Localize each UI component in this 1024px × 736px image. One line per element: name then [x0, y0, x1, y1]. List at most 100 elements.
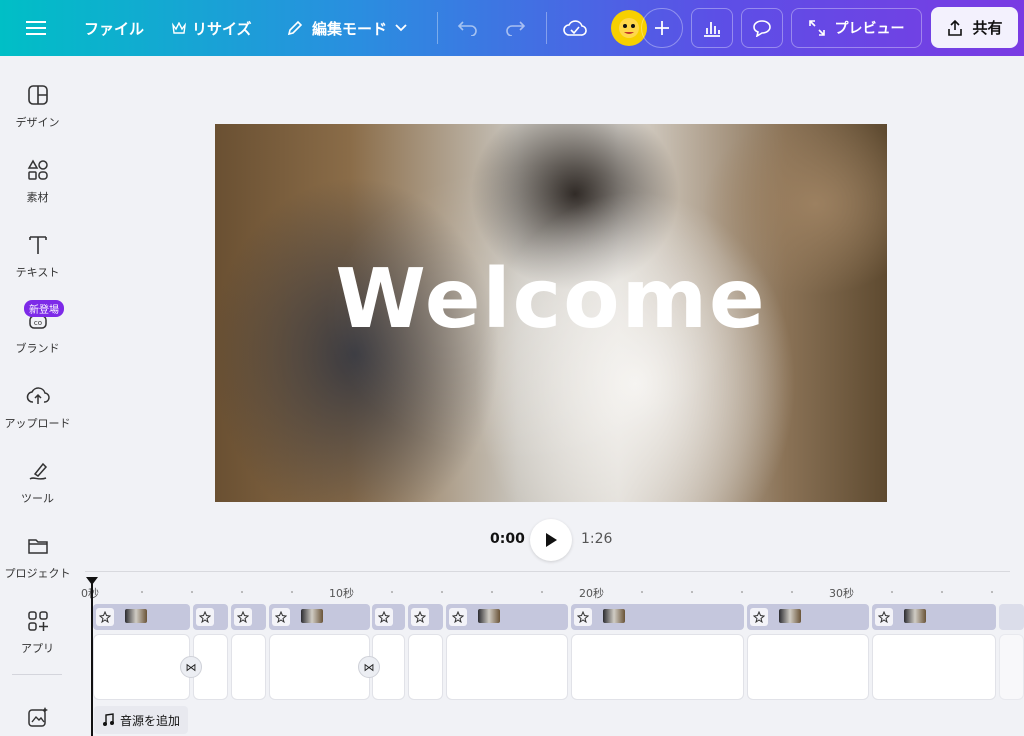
undo-icon[interactable] — [457, 0, 479, 56]
sidebar-item-brand[interactable]: 新登場 co ブランド — [0, 300, 75, 374]
animation-icon — [750, 608, 768, 626]
clip-thumbnail — [125, 609, 147, 623]
timeline-clip[interactable] — [999, 634, 1024, 700]
timeline-clip-header[interactable] — [571, 604, 744, 630]
timeline-clip-header[interactable] — [372, 604, 405, 630]
expand-arrows-icon — [808, 20, 825, 36]
toolbar-divider — [437, 12, 438, 44]
clip-thumbnail — [779, 609, 801, 623]
animation-icon — [272, 608, 290, 626]
sidebar-item-elements[interactable]: 素材 — [0, 153, 75, 223]
timeline-clip[interactable] — [408, 634, 443, 700]
sidebar-item-label: テキスト — [15, 266, 60, 279]
timeline-top-border — [85, 571, 1010, 572]
share-button[interactable]: 共有 — [931, 7, 1018, 48]
ruler-tick — [691, 591, 693, 593]
timeline-clip-header[interactable] — [446, 604, 568, 630]
ruler-tick — [541, 591, 543, 593]
sidebar-item-projects[interactable]: プロジェクト — [0, 529, 75, 599]
add-audio-button[interactable]: 音源を追加 — [94, 706, 189, 734]
animation-icon — [449, 608, 467, 626]
sidebar-item-tools[interactable]: ツール — [0, 454, 75, 524]
redo-icon[interactable] — [504, 0, 526, 56]
sidebar-item-label: ツール — [21, 492, 54, 505]
sidebar-item-design[interactable]: デザイン — [0, 78, 75, 148]
timeline-clip-header[interactable] — [269, 604, 370, 630]
animation-icon — [96, 608, 114, 626]
resize-button[interactable]: リサイズ — [172, 0, 252, 56]
timeline-clip-header[interactable] — [231, 604, 266, 630]
ruler-tick — [291, 591, 293, 593]
add-collaborator-button[interactable] — [641, 8, 683, 48]
apps-grid-icon — [27, 611, 48, 631]
animation-icon — [375, 608, 393, 626]
timeline-clip[interactable] — [571, 634, 744, 700]
magic-image-icon — [27, 707, 48, 727]
sidebar-divider — [12, 674, 62, 675]
timeline-clip-header[interactable] — [872, 604, 996, 630]
cloud-saved-icon[interactable] — [563, 0, 587, 56]
design-canvas[interactable]: Welcome — [215, 124, 887, 502]
timeline-clip-header[interactable] — [999, 604, 1024, 630]
preview-button[interactable]: プレビュー — [791, 8, 922, 48]
timeline-clip[interactable] — [872, 634, 996, 700]
top-toolbar: ファイル リサイズ 編集モード プレビュー 共有 — [0, 0, 1024, 56]
clip-thumbnail — [603, 609, 625, 623]
canvas-welcome-text[interactable]: Welcome — [215, 252, 887, 347]
speech-bubble-icon — [753, 20, 771, 37]
timeline-clip[interactable] — [446, 634, 568, 700]
sidebar-item-text[interactable]: テキスト — [0, 228, 75, 298]
ruler-tick — [441, 591, 443, 593]
chevron-down-icon — [395, 24, 407, 32]
sidebar-item-apps[interactable]: アプリ — [0, 604, 75, 674]
left-sidebar: デザイン 素材 テキスト 新登場 co ブランド アップロード ツール プロジェ… — [0, 56, 75, 736]
ruler-tick — [241, 591, 243, 593]
timeline-clip-header[interactable] — [747, 604, 869, 630]
share-label: 共有 — [972, 19, 1003, 37]
ruler-tick — [791, 591, 793, 593]
music-note-icon — [103, 713, 114, 726]
comment-button[interactable] — [741, 8, 783, 48]
sidebar-item-label: プロジェクト — [4, 567, 71, 580]
timeline-clip[interactable] — [93, 634, 190, 700]
toolbar-divider — [546, 12, 547, 44]
share-upload-icon — [948, 19, 963, 36]
transition-icon[interactable]: ⋈ — [358, 656, 380, 678]
hamburger-menu-icon[interactable] — [26, 0, 46, 56]
timeline-clip-header[interactable] — [93, 604, 190, 630]
sidebar-item-magic[interactable] — [0, 700, 75, 736]
timeline-playhead[interactable] — [91, 582, 93, 736]
clip-thumbnail — [301, 609, 323, 623]
ruler-label: 10秒 — [329, 587, 354, 600]
ruler-label: 0秒 — [81, 587, 99, 600]
ruler-label: 20秒 — [579, 587, 604, 600]
sidebar-item-label: ブランド — [15, 342, 60, 355]
ruler-tick — [491, 591, 493, 593]
bar-chart-icon — [704, 22, 720, 37]
folder-icon — [27, 539, 48, 554]
timeline-clip[interactable] — [231, 634, 266, 700]
file-menu-button[interactable]: ファイル — [84, 0, 144, 56]
ruler-tick — [191, 591, 193, 593]
transition-icon[interactable]: ⋈ — [180, 656, 202, 678]
text-T-icon — [28, 236, 47, 254]
cloud-upload-icon — [26, 387, 50, 404]
ruler-tick — [891, 591, 893, 593]
elements-shapes-icon — [27, 159, 48, 180]
ruler-tick — [741, 591, 743, 593]
sidebar-item-uploads[interactable]: アップロード — [0, 379, 75, 449]
plus-icon — [655, 21, 669, 35]
timeline-clip-header[interactable] — [408, 604, 443, 630]
insights-button[interactable] — [691, 8, 733, 48]
ruler-tick — [391, 591, 393, 593]
clip-thumbnail — [478, 609, 500, 623]
ruler-tick — [991, 591, 993, 593]
animation-icon — [234, 608, 252, 626]
timeline-clip[interactable] — [747, 634, 869, 700]
timeline-clip-header[interactable] — [193, 604, 228, 630]
playhead-handle[interactable] — [86, 577, 98, 585]
edit-mode-dropdown[interactable]: 編集モード — [286, 0, 407, 56]
play-button[interactable] — [530, 519, 572, 561]
timeline-clip[interactable] — [269, 634, 370, 700]
animation-icon — [574, 608, 592, 626]
